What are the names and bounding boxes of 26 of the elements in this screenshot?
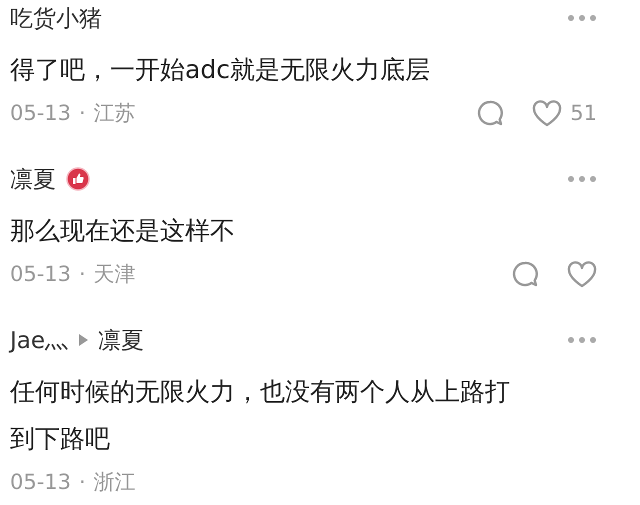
more-icon[interactable]: [567, 175, 597, 183]
comment-text: 得了吧，一开始adc就是无限火力底层: [10, 54, 431, 86]
comment-date: 05-13: [10, 262, 72, 286]
separator-dot: ·: [79, 470, 86, 494]
separator-dot: ·: [79, 262, 86, 286]
more-icon[interactable]: [567, 14, 597, 22]
reply-arrow-icon: [78, 334, 88, 346]
thumbs-up-badge-icon: [66, 167, 90, 191]
author-name[interactable]: 凛夏: [10, 164, 56, 194]
comment-icon[interactable]: [476, 99, 504, 127]
comment-text: 任何时候的无限火力，也没有两个人从上路打到下路吧: [10, 376, 511, 455]
like-count: 51: [570, 101, 597, 125]
author-name[interactable]: 吃货小猪: [10, 2, 102, 34]
comment-location: 天津: [94, 261, 136, 288]
comment-date: 05-13: [10, 101, 72, 125]
separator-dot: ·: [79, 101, 86, 125]
comment-text: 那么现在还是这样不: [10, 215, 236, 247]
comment-location: 江苏: [94, 100, 136, 127]
reply-to-name[interactable]: 凛夏: [98, 324, 144, 356]
comment-location: 浙江: [94, 469, 136, 496]
comment-date: 05-13: [10, 470, 72, 494]
more-icon[interactable]: [567, 336, 597, 344]
author-name[interactable]: Jae灬: [10, 324, 68, 356]
comment-icon[interactable]: [511, 260, 539, 288]
heart-icon[interactable]: [567, 260, 597, 288]
heart-icon[interactable]: [532, 100, 562, 126]
